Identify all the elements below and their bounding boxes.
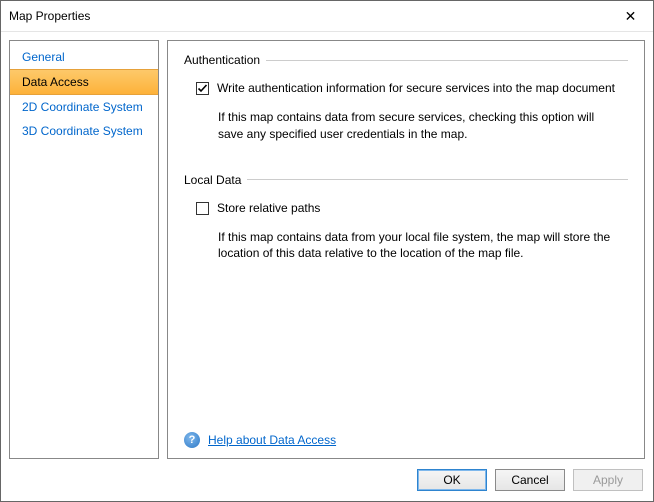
- relative-paths-checkbox-row[interactable]: Store relative paths: [196, 201, 628, 215]
- nav-item-label: 3D Coordinate System: [22, 124, 143, 138]
- authentication-header: Authentication: [184, 53, 628, 67]
- button-label: Cancel: [511, 473, 548, 487]
- apply-button: Apply: [573, 469, 643, 491]
- window-title: Map Properties: [9, 9, 90, 23]
- nav-item-data-access[interactable]: Data Access: [10, 69, 158, 95]
- cancel-button[interactable]: Cancel: [495, 469, 565, 491]
- title-bar: Map Properties ✕: [1, 1, 653, 32]
- nav-item-general[interactable]: General: [10, 45, 158, 69]
- checkmark-icon: [197, 83, 208, 94]
- help-row: ? Help about Data Access: [184, 432, 628, 448]
- auth-description: If this map contains data from secure se…: [218, 109, 616, 143]
- close-icon: ✕: [625, 8, 637, 25]
- local-data-header: Local Data: [184, 173, 628, 187]
- nav-item-label: 2D Coordinate System: [22, 100, 143, 114]
- main-panel: Authentication Write authentication info…: [167, 40, 645, 459]
- divider: [247, 179, 628, 180]
- button-label: OK: [443, 473, 460, 487]
- nav-item-label: Data Access: [22, 75, 89, 89]
- local-data-title: Local Data: [184, 173, 241, 187]
- ok-button[interactable]: OK: [417, 469, 487, 491]
- nav-item-label: General: [22, 50, 65, 64]
- button-bar: OK Cancel Apply: [1, 465, 653, 501]
- help-link[interactable]: Help about Data Access: [208, 433, 336, 447]
- local-data-group: Local Data Store relative paths If this …: [184, 173, 628, 263]
- button-label: Apply: [593, 473, 623, 487]
- nav-panel: General Data Access 2D Coordinate System…: [9, 40, 159, 459]
- nav-item-2d-coordinate-system[interactable]: 2D Coordinate System: [10, 95, 158, 119]
- auth-checkbox[interactable]: [196, 82, 209, 95]
- nav-item-3d-coordinate-system[interactable]: 3D Coordinate System: [10, 119, 158, 143]
- authentication-title: Authentication: [184, 53, 260, 67]
- local-data-description: If this map contains data from your loca…: [218, 229, 616, 263]
- relative-paths-checkbox[interactable]: [196, 202, 209, 215]
- auth-checkbox-label: Write authentication information for sec…: [217, 81, 615, 95]
- close-button[interactable]: ✕: [608, 1, 653, 31]
- dialog-content: General Data Access 2D Coordinate System…: [1, 32, 653, 465]
- help-icon: ?: [184, 432, 200, 448]
- auth-checkbox-row[interactable]: Write authentication information for sec…: [196, 81, 628, 95]
- authentication-group: Authentication Write authentication info…: [184, 53, 628, 143]
- spacer: [184, 292, 628, 432]
- relative-paths-label: Store relative paths: [217, 201, 320, 215]
- divider: [266, 60, 628, 61]
